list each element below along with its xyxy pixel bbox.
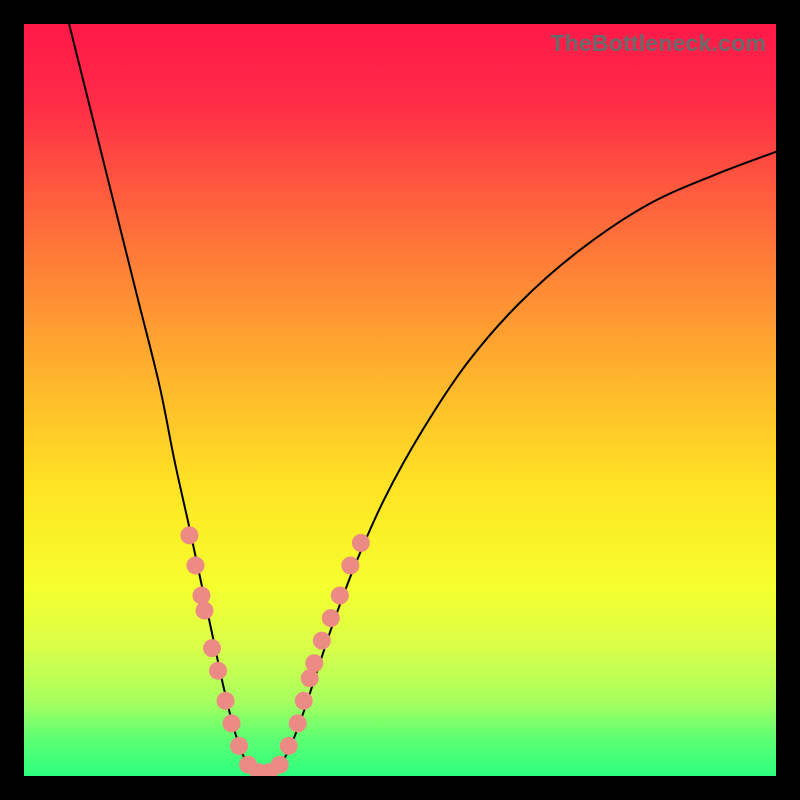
highlight-dot: [295, 692, 313, 710]
highlight-dot: [186, 556, 204, 574]
highlight-dot: [289, 714, 307, 732]
bottleneck-curve: [69, 24, 776, 774]
highlight-dot: [341, 556, 359, 574]
highlight-dot: [322, 609, 340, 627]
highlight-dot: [195, 602, 213, 620]
highlight-dot: [352, 534, 370, 552]
plot-area: TheBottleneck.com: [24, 24, 776, 776]
highlight-dot: [271, 756, 289, 774]
chart-svg: [24, 24, 776, 776]
highlight-dot: [230, 737, 248, 755]
highlight-dot: [280, 737, 298, 755]
highlight-dot: [331, 587, 349, 605]
chart-container: TheBottleneck.com: [0, 0, 800, 800]
highlight-dot: [313, 632, 331, 650]
highlight-dots-group: [180, 526, 369, 776]
highlight-dot: [209, 662, 227, 680]
highlight-dot: [223, 714, 241, 732]
highlight-dot: [217, 692, 235, 710]
highlight-dot: [305, 654, 323, 672]
highlight-dot: [180, 526, 198, 544]
highlight-dot: [203, 639, 221, 657]
highlight-dot: [192, 587, 210, 605]
